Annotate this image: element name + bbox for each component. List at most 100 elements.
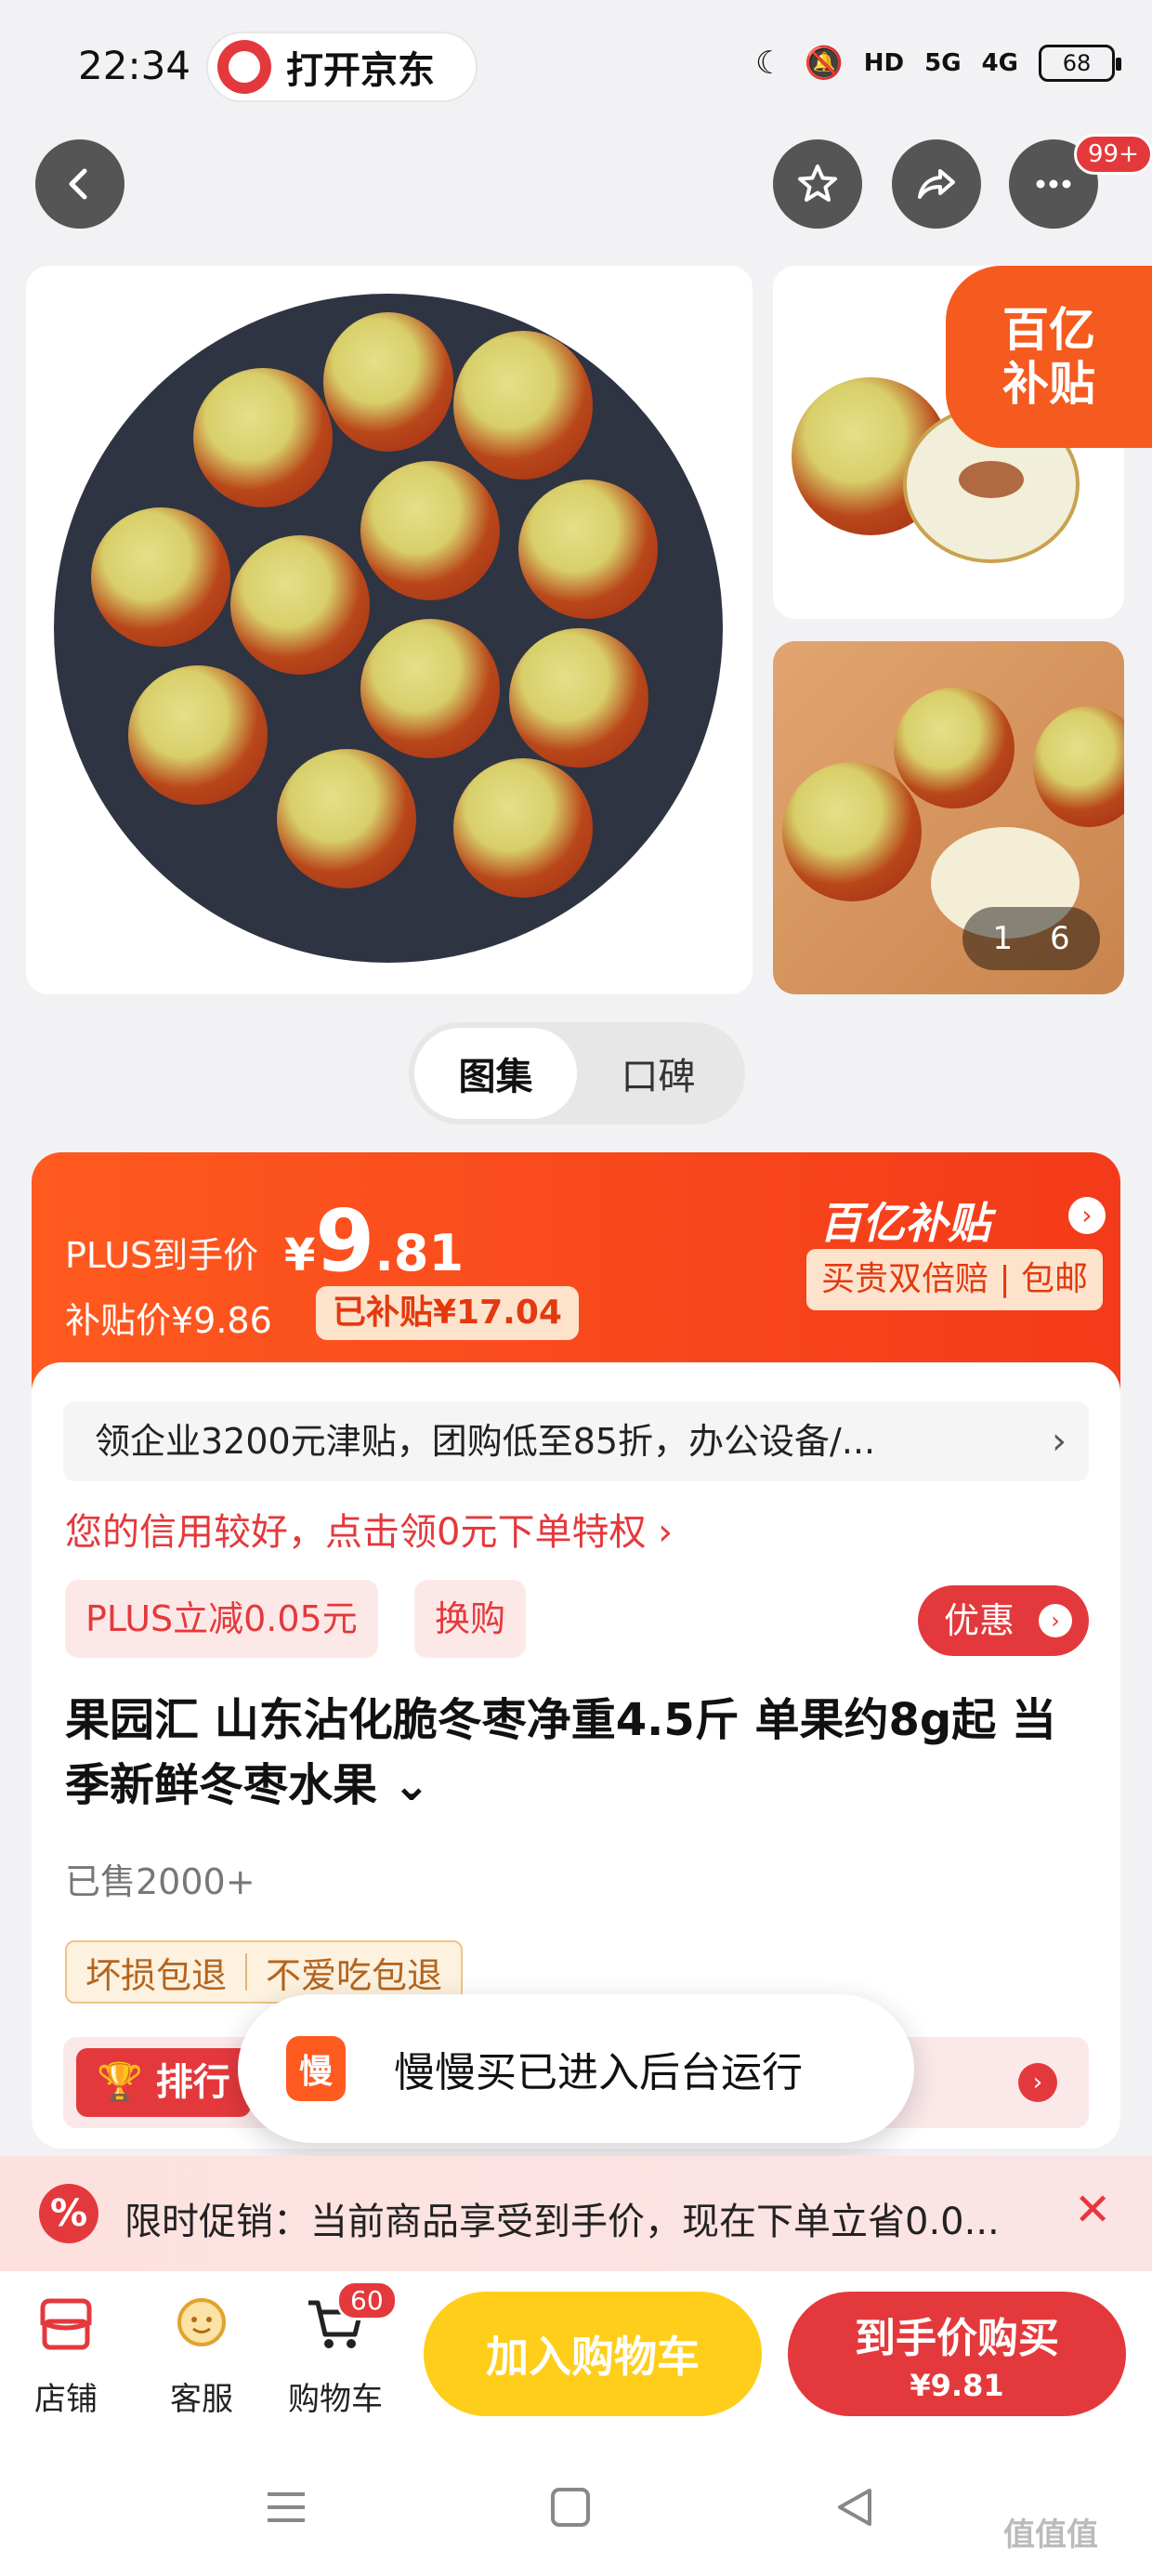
date-fruit <box>360 619 500 758</box>
plus-discount-tag: PLUS立减0.05元 <box>65 1580 378 1658</box>
date-fruit <box>782 762 922 901</box>
pager-current: 1 <box>992 920 1013 957</box>
final-price: ¥9.81 <box>284 1191 464 1291</box>
sold-count: 已售2000+ <box>65 1861 255 1902</box>
clock: 22:34 <box>78 43 191 88</box>
plus-price-label: PLUS到手价 <box>65 1235 259 1276</box>
buy-now-label: 到手价购买 <box>855 2315 1059 2362</box>
star-icon <box>798 164 837 202</box>
system-nav-bar <box>0 2438 1152 2576</box>
subsidy-price: 补贴价¥9.86 <box>65 1300 272 1341</box>
product-page: 22:34 打开京东 ☾ 🔕 HD 5G 4G 68 99+ 百亿 补贴 1 6… <box>0 0 1152 2576</box>
menu-icon[interactable] <box>260 2481 312 2533</box>
main-product-image[interactable] <box>26 266 753 994</box>
yi-subsidy-link[interactable]: 百亿补贴 <box>819 1189 990 1251</box>
more-dots-icon <box>1036 179 1071 189</box>
date-fruit <box>518 480 658 619</box>
price-currency: ¥ <box>284 1229 316 1281</box>
date-fruit <box>509 628 648 768</box>
battery-icon: 68 <box>1039 45 1121 82</box>
chevron-right-icon: › <box>1052 1420 1067 1463</box>
date-fruit <box>453 331 593 480</box>
signal-4g-icon: 4G <box>981 49 1018 77</box>
subsidy-tag-line2: 补贴 <box>1002 357 1095 411</box>
cart-count-badge: 60 <box>336 2280 398 2320</box>
customer-service-button[interactable]: 客服 <box>151 2292 253 2419</box>
tab-reviews[interactable]: 口碑 <box>577 1028 740 1119</box>
store-button[interactable]: 店铺 <box>15 2292 117 2419</box>
service-label: 客服 <box>170 2381 233 2418</box>
date-pit <box>959 461 1024 498</box>
date-fruit <box>894 688 1015 808</box>
guarantee-damage: 坏损包退 <box>85 1954 228 1996</box>
percent-icon: % <box>39 2184 98 2243</box>
cart-label: 购物车 <box>288 2381 383 2418</box>
plate-image <box>54 294 723 963</box>
limited-promo-strip[interactable]: % 限时促销：当前商品享受到手价，现在下单立省0.0... ✕ <box>0 2156 1152 2271</box>
subsidy-saved-badge: 已补贴¥17.04 <box>316 1286 579 1340</box>
jd-logo-icon <box>217 40 271 94</box>
media-tabs: 图集 口碑 <box>409 1022 745 1124</box>
coupon-button[interactable]: 优惠 › <box>918 1585 1089 1656</box>
service-icon <box>177 2298 226 2346</box>
price-banner: PLUS到手价 ¥9.81 补贴价¥9.86 已补贴¥17.04 百亿补贴 › … <box>32 1152 1120 1394</box>
share-button[interactable] <box>892 139 981 229</box>
buy-now-price: ¥9.81 <box>910 2368 1004 2403</box>
chevron-right-icon[interactable]: › <box>1068 1197 1106 1234</box>
status-bar: 22:34 打开京东 ☾ 🔕 HD 5G 4G 68 <box>0 0 1152 130</box>
ranking-label: 🏆 排行 <box>76 2048 251 2117</box>
favorite-button[interactable] <box>773 139 862 229</box>
share-icon <box>918 169 955 199</box>
home-square-icon[interactable] <box>544 2481 596 2533</box>
date-fruit <box>128 665 268 805</box>
enterprise-promo-text: 领企业3200元津贴，团购低至85折，办公设备/... <box>95 1421 876 1462</box>
image-pager: 1 6 <box>962 907 1100 970</box>
date-fruit <box>360 461 500 600</box>
back-button[interactable] <box>35 139 124 229</box>
buy-now-button[interactable]: 到手价购买 ¥9.81 <box>788 2292 1126 2416</box>
add-to-cart-button[interactable]: 加入购物车 <box>424 2292 762 2416</box>
signal-5g-icon: 5G <box>924 49 962 77</box>
store-icon <box>40 2298 92 2350</box>
manmanmai-app-icon: 慢 <box>286 2036 346 2101</box>
open-jd-label: 打开京东 <box>286 49 435 92</box>
swap-tag[interactable]: 换购 <box>414 1580 527 1658</box>
enterprise-promo-row[interactable]: 领企业3200元津贴，团购低至85折，办公设备/... › <box>63 1401 1089 1481</box>
moon-icon: ☾ <box>754 45 784 82</box>
price-guarantee: 买贵双倍赔 | 包邮 <box>806 1249 1104 1310</box>
subsidy-tag-line1: 百亿 <box>1002 303 1095 357</box>
status-icons: ☾ 🔕 HD 5G 4G 68 <box>754 45 1121 82</box>
mute-icon: 🔕 <box>804 45 844 82</box>
chevron-left-icon <box>69 168 87 200</box>
price-decimal: .81 <box>374 1224 465 1282</box>
date-fruit <box>277 749 416 888</box>
credit-privilege-link[interactable]: 您的信用较好，点击领0元下单特权 › <box>65 1502 673 1556</box>
watermark: 值值值 <box>1003 2517 1098 2554</box>
toast-message: 慢慢买已进入后台运行 <box>394 2049 803 2096</box>
date-fruit <box>453 758 593 898</box>
store-label: 店铺 <box>34 2381 98 2418</box>
date-fruit <box>1033 706 1124 827</box>
product-title[interactable]: 果园汇 山东沾化脆冬枣净重4.5斤 单果约8g起 当季新鲜冬枣水果 ⌄ <box>65 1688 1087 1818</box>
background-run-toast: 慢 慢慢买已进入后台运行 <box>238 1994 914 2143</box>
tab-gallery[interactable]: 图集 <box>414 1028 577 1119</box>
date-fruit <box>91 507 230 647</box>
price-integer: 9 <box>315 1191 375 1291</box>
date-fruit <box>323 312 453 452</box>
coupon-label: 优惠 <box>944 1600 1015 1641</box>
ranking-text: 排行 <box>155 2061 230 2104</box>
date-fruit <box>230 535 370 675</box>
subsidy-corner-tag: 百亿 补贴 <box>946 266 1152 448</box>
back-triangle-icon[interactable] <box>829 2481 881 2533</box>
trophy-icon: 🏆 <box>97 2061 143 2104</box>
date-fruit <box>193 368 333 507</box>
message-badge: 99+ <box>1074 134 1152 175</box>
limited-promo-text: 限时促销：当前商品享受到手价，现在下单立省0.0... <box>124 2201 1000 2243</box>
chevron-right-icon: › <box>1018 2063 1057 2102</box>
guarantee-taste: 不爱吃包退 <box>266 1954 443 1996</box>
hd-icon: HD <box>863 49 905 77</box>
chevron-right-icon: › <box>1039 1604 1072 1637</box>
open-jd-app-button[interactable]: 打开京东 <box>206 32 478 102</box>
pager-total: 6 <box>1050 920 1070 957</box>
close-icon[interactable]: ✕ <box>1074 2184 1111 2236</box>
